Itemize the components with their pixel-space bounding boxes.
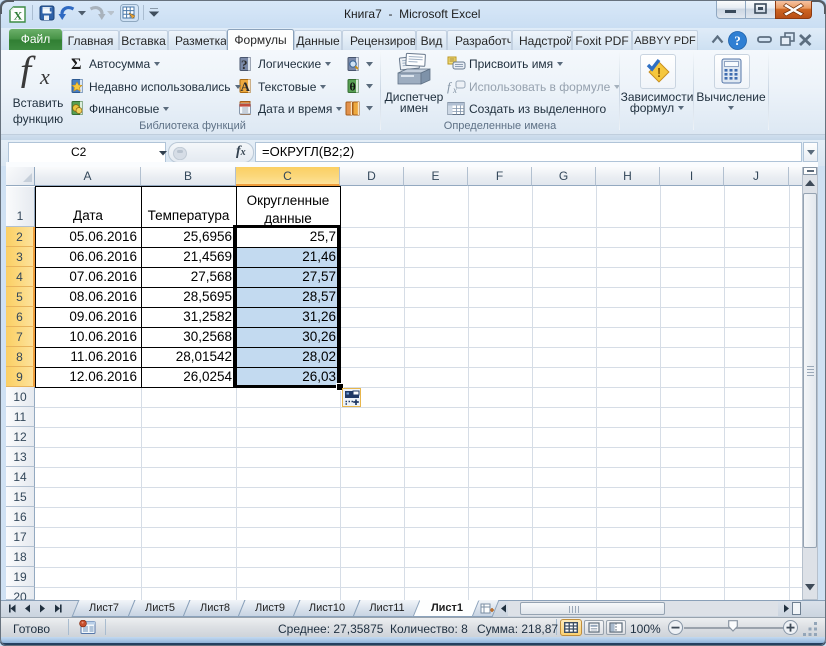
svg-text:θ: θ (350, 80, 356, 94)
svg-text:X: X (14, 9, 23, 23)
svg-text:?: ? (241, 57, 248, 72)
svg-text:Σ: Σ (71, 56, 81, 71)
svg-text:?: ? (734, 33, 741, 48)
svg-text:!: ! (657, 65, 661, 80)
svg-text:A: A (241, 79, 251, 94)
